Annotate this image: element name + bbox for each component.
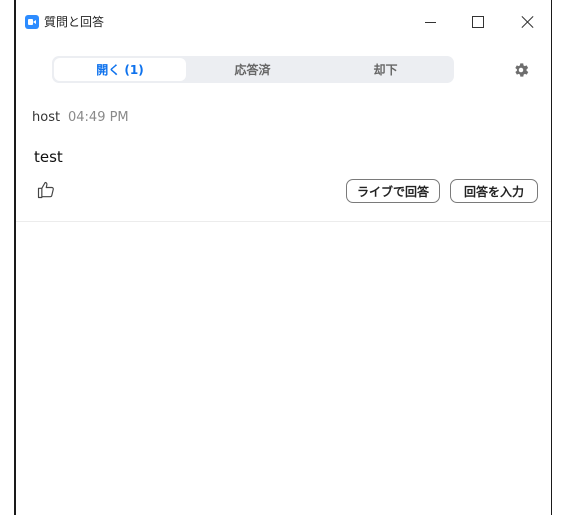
question-item: host 04:49 PM test ライブで回答 回答を入力 [16, 97, 551, 222]
minimize-button[interactable] [416, 8, 444, 36]
question-list-empty-area [16, 222, 551, 515]
maximize-button[interactable] [464, 8, 492, 36]
like-button[interactable] [36, 180, 56, 200]
close-icon [522, 16, 534, 28]
gear-icon [515, 63, 529, 77]
maximize-icon [472, 16, 484, 28]
title-bar: 質問と回答 [16, 0, 551, 42]
answer-live-button[interactable]: ライブで回答 [346, 179, 440, 203]
window-frame-right [551, 0, 552, 515]
tab-bar: 開く (1) 応答済 却下 [52, 56, 454, 83]
tab-open[interactable]: 開く (1) [54, 58, 186, 81]
tab-dismissed[interactable]: 却下 [319, 58, 452, 81]
question-author: host [32, 110, 61, 125]
tab-answered[interactable]: 応答済 [186, 58, 319, 81]
type-answer-button[interactable]: 回答を入力 [450, 179, 538, 203]
settings-button[interactable] [512, 61, 530, 79]
window-title: 質問と回答 [44, 15, 105, 29]
qa-window: 質問と回答 開く (1) 応答済 却下 host 04:49 PM test ラ [0, 0, 562, 515]
question-time: 04:49 PM [68, 110, 129, 125]
zoom-camera-icon [25, 15, 39, 29]
thumbs-up-icon [37, 181, 54, 199]
close-button[interactable] [514, 8, 542, 36]
question-text: test [34, 148, 63, 166]
minimize-icon [424, 21, 436, 23]
